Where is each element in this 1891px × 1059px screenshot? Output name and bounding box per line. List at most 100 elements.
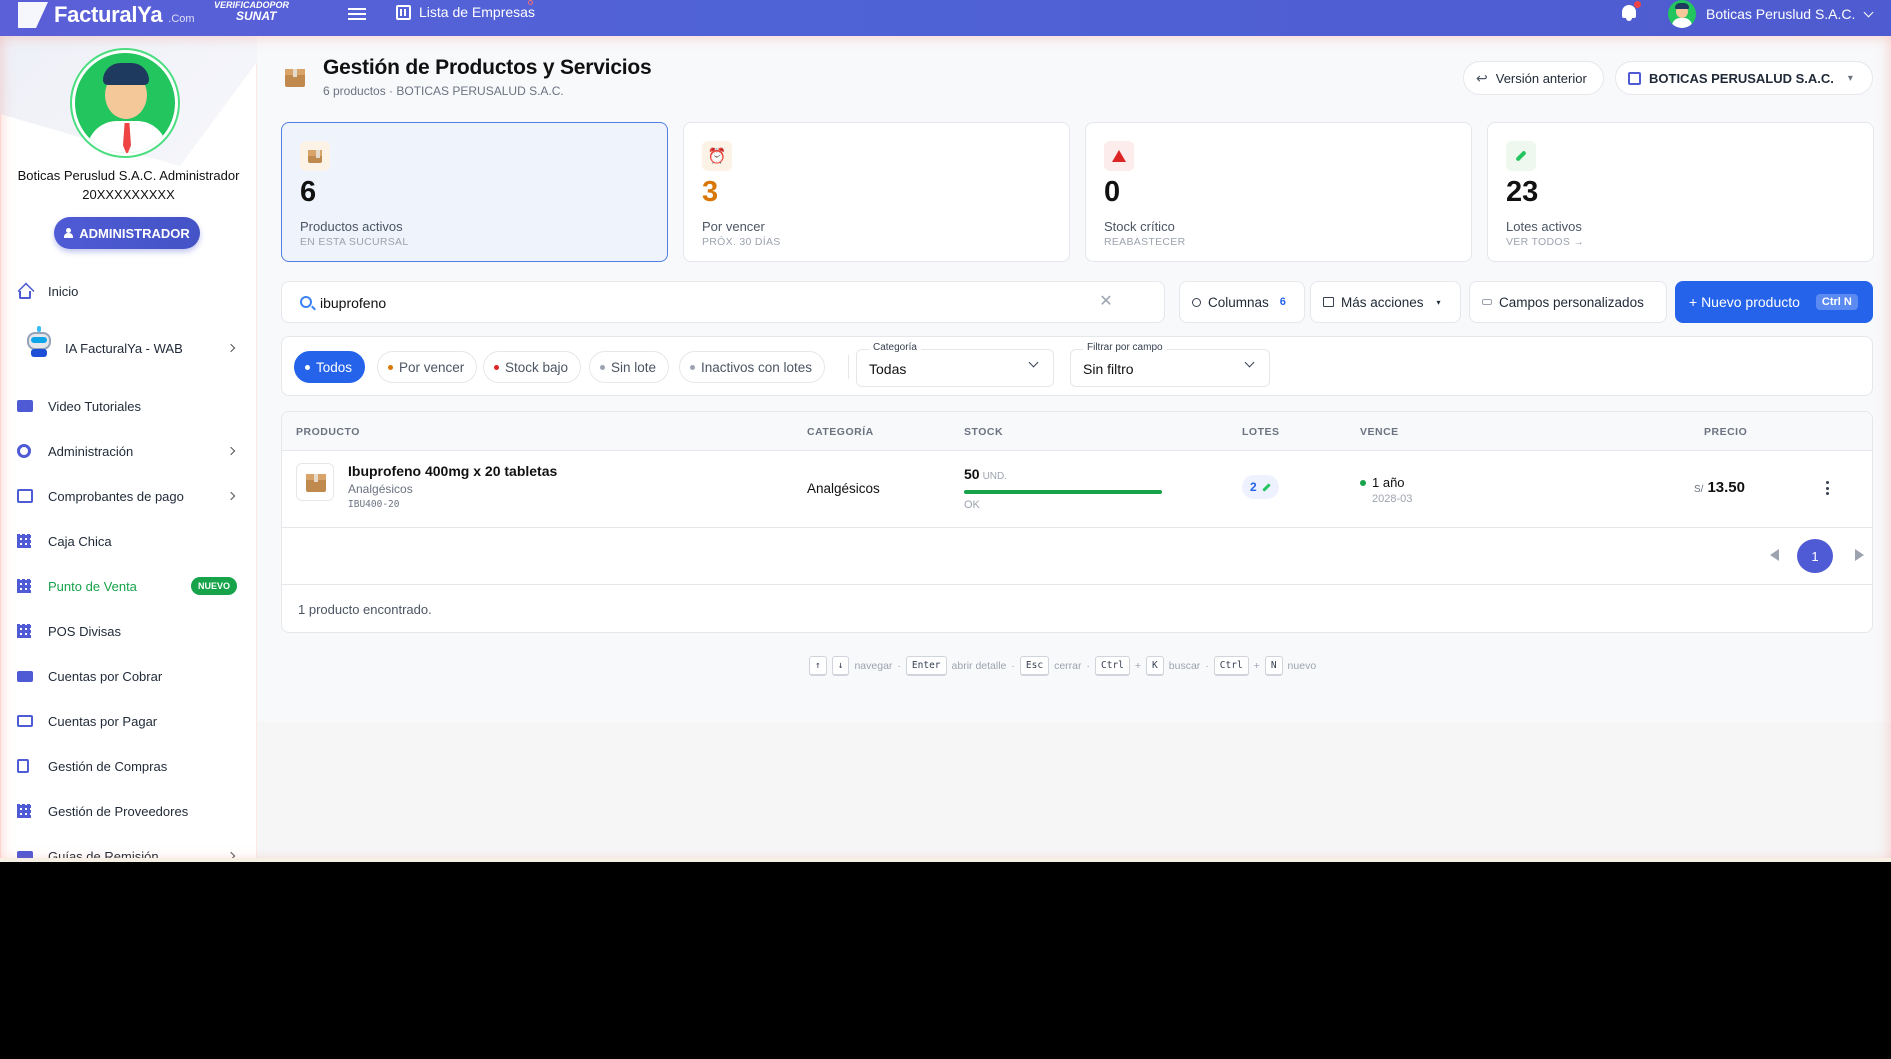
filter-chip-todos[interactable]: Todos xyxy=(294,351,366,383)
company-list-indicator xyxy=(528,0,533,5)
sidebar-item-label: Video Tutoriales xyxy=(48,398,141,414)
stock-level-bar xyxy=(964,490,1162,494)
dot-icon xyxy=(494,364,499,370)
syringe-icon xyxy=(1506,141,1536,171)
previous-version-button[interactable]: ↩ Versión anterior xyxy=(1463,61,1604,95)
user-menu[interactable]: Boticas Peruslud S.A.C. xyxy=(1668,0,1874,28)
avatar xyxy=(1668,0,1696,28)
lots-count: 2 xyxy=(1250,480,1257,494)
shortcut-key: ↓ xyxy=(831,656,850,676)
sidebar-item-gestion-proveedores[interactable]: Gestión de Proveedores xyxy=(0,791,257,831)
sidebar-item-comprobantes[interactable]: Comprobantes de pago xyxy=(0,476,257,516)
shortcut-key: Ctrl xyxy=(1095,656,1130,676)
sidebar-item-label: Gestión de Proveedores xyxy=(48,803,189,819)
role-button[interactable]: ADMINISTRADOR xyxy=(54,217,200,249)
table-row[interactable]: Ibuprofeno 400mg x 20 tabletas Analgésic… xyxy=(282,451,1872,528)
chevron-right-icon xyxy=(226,491,236,501)
sidebar-item-cuentas-pagar[interactable]: Cuentas por Pagar xyxy=(0,701,257,741)
stat-sublabel: EN ESTA SUCURSAL xyxy=(300,236,409,248)
filter-chip-label: Stock bajo xyxy=(505,359,569,375)
dot-icon xyxy=(388,364,393,370)
profile-avatar[interactable] xyxy=(72,50,178,156)
search-input[interactable] xyxy=(320,292,1100,314)
gear-icon xyxy=(1192,297,1201,307)
column-header[interactable]: LOTES xyxy=(1242,426,1280,438)
column-header[interactable]: STOCK xyxy=(964,426,1003,438)
column-header[interactable]: CATEGORÍA xyxy=(807,426,874,438)
chevron-down-icon xyxy=(1244,357,1255,368)
stat-sublabel: REABASTECER xyxy=(1104,236,1186,248)
notifications-bell-icon[interactable] xyxy=(1620,1,1641,22)
filter-chip-sin-lote[interactable]: Sin lote xyxy=(589,351,670,383)
new-product-button[interactable]: + Nuevo producto Ctrl N xyxy=(1675,281,1873,323)
columns-count: 6 xyxy=(1279,296,1286,308)
product-thumbnail xyxy=(296,463,334,501)
top-bar: FacturalYa .Com VERIFICADOPOR SUNAT List… xyxy=(0,0,1891,36)
stat-card-critical-stock[interactable]: 0 Stock crítico REABASTECER xyxy=(1085,122,1472,262)
clear-search-icon[interactable]: ✕ xyxy=(1098,294,1114,310)
main-content: Gestión de Productos y Servicios 6 produ… xyxy=(257,36,1891,862)
stat-card-active-lots[interactable]: 23 Lotes activos VER TODOS → xyxy=(1487,122,1874,262)
custom-fields-button[interactable]: Campos personalizados xyxy=(1469,281,1667,323)
new-product-shortcut: Ctrl N xyxy=(1815,294,1858,310)
filter-chip-stock-bajo[interactable]: Stock bajo xyxy=(483,351,582,383)
stock-unit: UND. xyxy=(982,471,1008,482)
sidebar-item-cuentas-cobrar[interactable]: Cuentas por Cobrar xyxy=(0,656,257,696)
stat-sublabel: PRÓX. 30 DÍAS xyxy=(702,236,781,248)
product-name[interactable]: Ibuprofeno 400mg x 20 tabletas xyxy=(348,463,557,479)
company-selector[interactable]: BOTICAS PERUSALUD S.A.C. ▾ xyxy=(1615,61,1873,95)
stat-card-active-products[interactable]: 6 Productos activos EN ESTA SUCURSAL xyxy=(281,122,668,262)
stat-card-expiring[interactable]: ⏰ 3 Por vencer PRÓX. 30 DÍAS xyxy=(683,122,1070,262)
user-icon xyxy=(64,228,74,238)
profile-name: Boticas Peruslud S.A.C. Administrador xyxy=(17,168,240,183)
column-header[interactable]: PRODUCTO xyxy=(296,426,360,438)
filter-chip-por-vencer[interactable]: Por vencer xyxy=(377,351,478,383)
column-header[interactable]: VENCE xyxy=(1360,426,1399,438)
field-filter-select[interactable]: Filtrar por campo Sin filtro xyxy=(1070,342,1270,387)
sidebar-item-label: Inicio xyxy=(48,283,79,299)
stock-level-fill xyxy=(964,490,1162,494)
lots-badge[interactable]: 2 xyxy=(1242,475,1279,499)
sidebar-item-administracion[interactable]: Administración xyxy=(0,431,257,471)
sidebar-item-pos-divisas[interactable]: POS Divisas xyxy=(0,611,257,651)
undo-arrow-icon: ↩ xyxy=(1476,69,1488,86)
sidebar-item-punto-de-venta[interactable]: Punto de Venta NUEVO xyxy=(0,566,257,606)
sidebar-item-gestion-compras[interactable]: Gestión de Compras xyxy=(0,746,257,786)
chevron-down-icon: ▾ xyxy=(1847,72,1853,84)
gear-icon xyxy=(17,444,31,458)
logo-mark-icon xyxy=(18,2,48,28)
stat-value: 6 xyxy=(300,176,317,208)
stat-value: 23 xyxy=(1506,176,1539,208)
columns-button[interactable]: Columnas 6 xyxy=(1179,281,1305,323)
filter-chip-label: Todos xyxy=(316,359,353,375)
sidebar-item-caja-chica[interactable]: Caja Chica xyxy=(0,521,257,561)
sidebar-item-video-tutoriales[interactable]: Video Tutoriales xyxy=(0,386,257,426)
stat-label: Lotes activos xyxy=(1506,219,1582,234)
store-icon xyxy=(17,624,31,638)
row-menu-icon[interactable] xyxy=(1826,481,1830,495)
stat-label: Productos activos xyxy=(300,219,403,234)
sunat-verified-badge: VERIFICADOPOR SUNAT xyxy=(214,0,289,22)
stat-sublabel: VER TODOS → xyxy=(1506,236,1585,248)
page-number-button[interactable]: 1 xyxy=(1797,539,1833,573)
previous-page-icon[interactable] xyxy=(1770,549,1779,561)
filter-chip-label: Sin lote xyxy=(611,359,657,375)
next-page-icon[interactable] xyxy=(1855,549,1864,561)
receipt-icon xyxy=(17,489,33,503)
product-search[interactable]: ✕ xyxy=(281,281,1165,323)
product-category-sub: Analgésicos xyxy=(348,482,413,496)
box-icon xyxy=(300,141,330,171)
shortcut-desc: buscar xyxy=(1168,660,1201,672)
more-actions-button[interactable]: Más acciones ▾ xyxy=(1310,281,1461,323)
sidebar-item-inicio[interactable]: Inicio xyxy=(0,271,257,311)
syringe-icon xyxy=(1261,482,1271,492)
column-header[interactable]: PRECIO xyxy=(1704,426,1747,438)
app-logo[interactable]: FacturalYa .Com xyxy=(18,0,195,30)
category-select[interactable]: Categoría Todas xyxy=(856,342,1054,387)
company-list-link[interactable]: Lista de Empresas xyxy=(396,4,535,20)
filter-chip-inactivos[interactable]: Inactivos con lotes xyxy=(679,351,826,383)
menu-toggle-icon[interactable] xyxy=(348,5,366,21)
sidebar-item-label: Comprobantes de pago xyxy=(48,488,184,504)
expiry-relative: 1 año xyxy=(1372,475,1405,490)
sidebar-item-ia-facturalya[interactable]: IA FacturalYa - WAB xyxy=(0,326,257,368)
